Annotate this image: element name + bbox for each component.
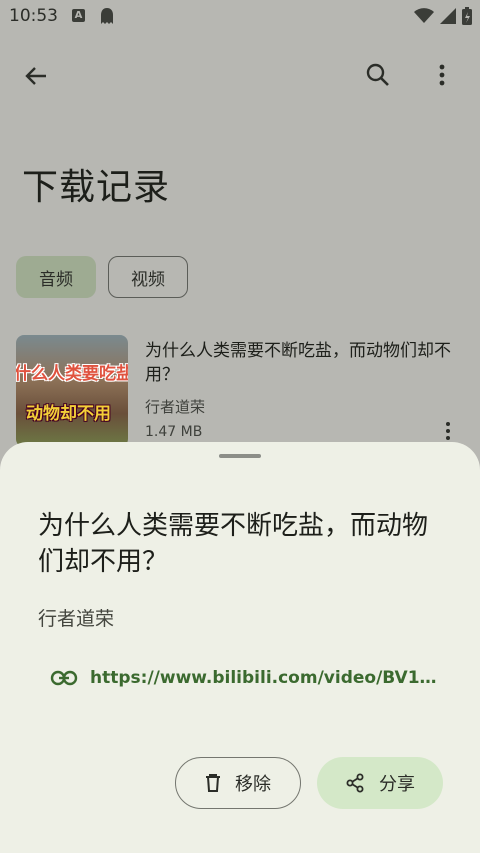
- battery-icon: [462, 7, 472, 25]
- search-icon[interactable]: [364, 61, 392, 89]
- thumbnail-caption-2: 动物却不用: [26, 404, 111, 424]
- top-app-bar: [0, 50, 480, 100]
- bottom-sheet: 为什么人类需要不断吃盐，而动物们却不用？ 行者道荣 https://www.bi…: [0, 442, 480, 853]
- source-link[interactable]: https://www.bilibili.com/video/BV1…: [50, 668, 437, 688]
- trash-icon: [206, 774, 220, 792]
- share-icon: [346, 773, 364, 793]
- signal-icon: [440, 8, 456, 24]
- video-thumbnail: 什么人类要吃盐 动物却不用: [16, 335, 128, 447]
- arrow-back-icon[interactable]: [22, 62, 50, 90]
- item-size: 1.47 MB: [145, 424, 203, 440]
- notification-a-icon: A: [72, 9, 85, 22]
- item-author: 行者道荣: [145, 398, 206, 416]
- link-url[interactable]: https://www.bilibili.com/video/BV1…: [90, 668, 437, 688]
- remove-button[interactable]: 移除: [175, 757, 301, 809]
- link-icon: [50, 670, 78, 686]
- page-title: 下载记录: [22, 167, 171, 208]
- share-button[interactable]: 分享: [317, 757, 443, 809]
- share-button-label: 分享: [379, 774, 415, 795]
- item-more-icon[interactable]: [444, 421, 452, 441]
- status-time: 10:53: [9, 6, 58, 26]
- item-title: 为什么人类需要不断吃盐，而动物们却不用？: [145, 341, 451, 385]
- chip-video[interactable]: 视频: [108, 256, 188, 298]
- sheet-author: 行者道荣: [38, 608, 115, 630]
- notification-ghost-icon: [99, 7, 115, 30]
- remove-button-label: 移除: [235, 774, 271, 795]
- status-bar: 10:53 A: [0, 0, 480, 34]
- more-vert-icon[interactable]: [432, 61, 452, 89]
- chip-audio[interactable]: 音频: [16, 256, 96, 298]
- thumbnail-caption-1: 什么人类要吃盐: [16, 364, 128, 384]
- list-item[interactable]: 什么人类要吃盐 动物却不用 为什么人类需要不断吃盐，而动物们却不用？ 行者道荣 …: [16, 335, 476, 447]
- sheet-title: 为什么人类需要不断吃盐，而动物们却不用？: [38, 511, 429, 577]
- wifi-icon: [414, 8, 434, 23]
- drag-handle[interactable]: [219, 454, 261, 458]
